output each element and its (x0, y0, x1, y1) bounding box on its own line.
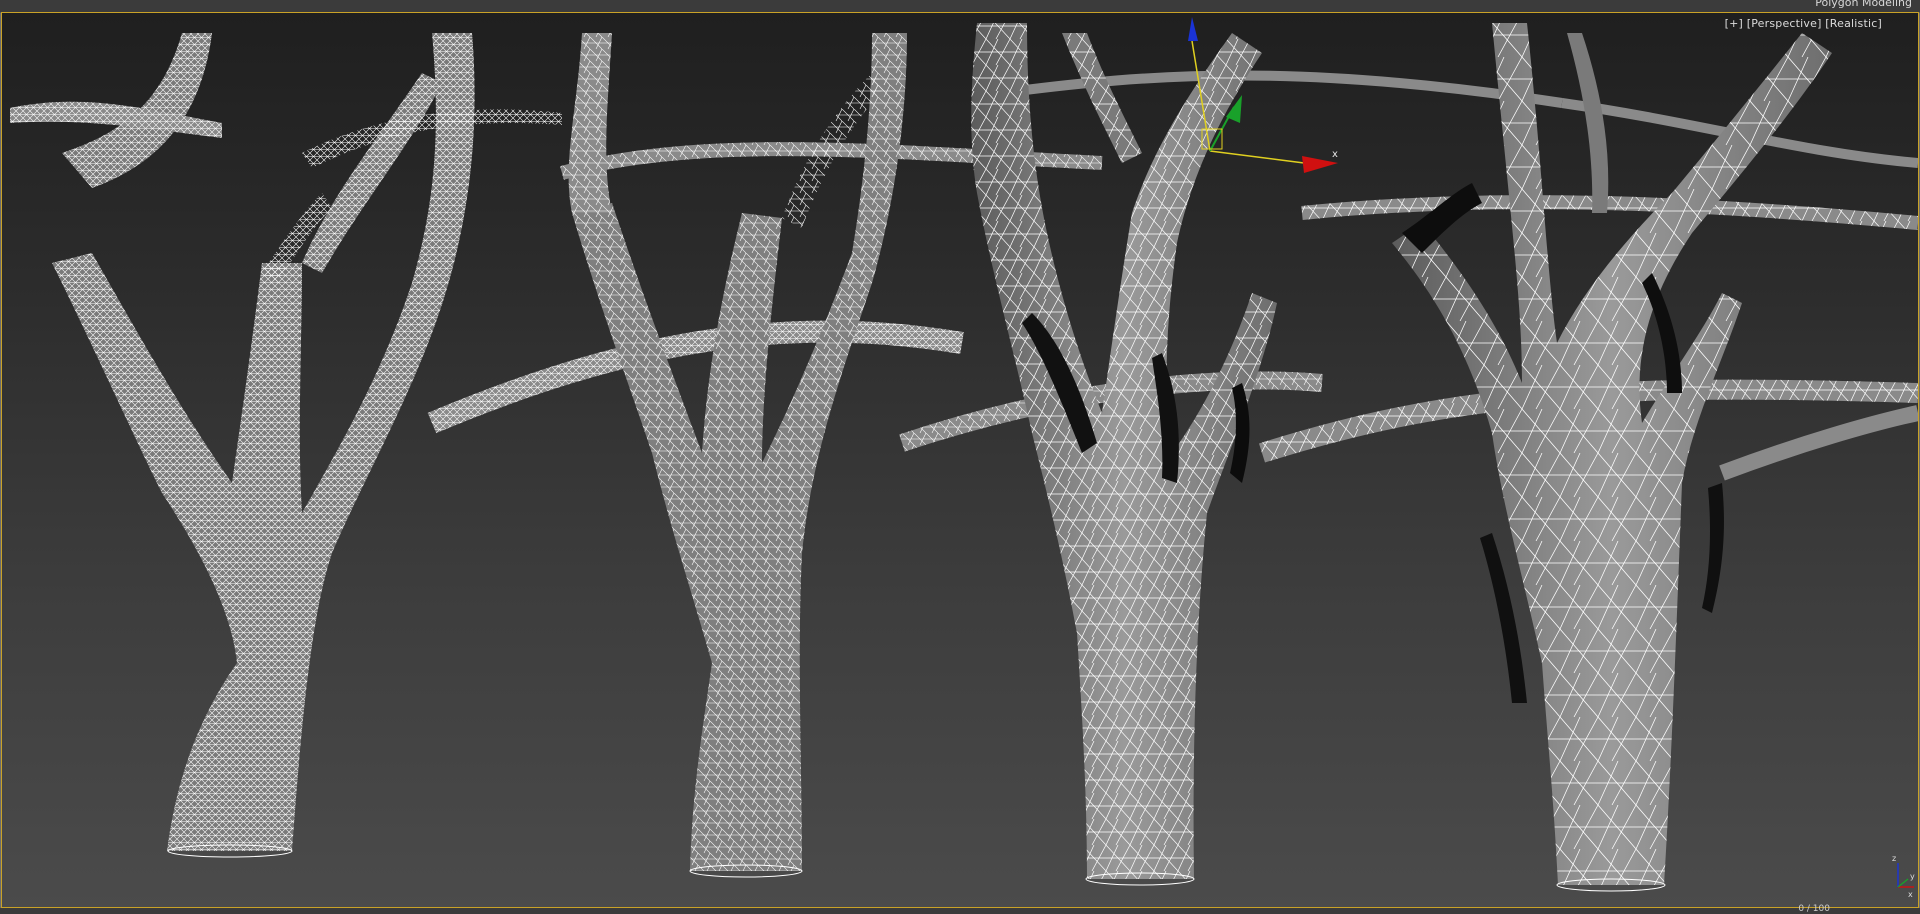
view-axis-tripod: z x y (1892, 854, 1915, 899)
gizmo-x-label: x (1332, 149, 1338, 160)
ribbon-tab-polygon-modeling[interactable]: Polygon Modeling (1815, 0, 1912, 9)
gizmo-z-arrow[interactable] (1188, 17, 1198, 41)
time-slider-readout: 0 / 100 (1798, 904, 1830, 914)
tree-1[interactable] (10, 33, 562, 858)
perspective-viewport[interactable]: x z x y [+] [Perspective] [Realistic] (1, 12, 1919, 908)
status-bar: 0 / 100 (0, 904, 1920, 914)
tree-3[interactable] (971, 23, 1277, 886)
axis-x-label: x (1908, 890, 1913, 899)
scene-canvas[interactable]: x z x y (2, 13, 1918, 907)
axis-z-label: z (1892, 854, 1896, 863)
axis-y-label: y (1910, 872, 1915, 881)
viewport-label[interactable]: [+] [Perspective] [Realistic] (1725, 17, 1882, 30)
